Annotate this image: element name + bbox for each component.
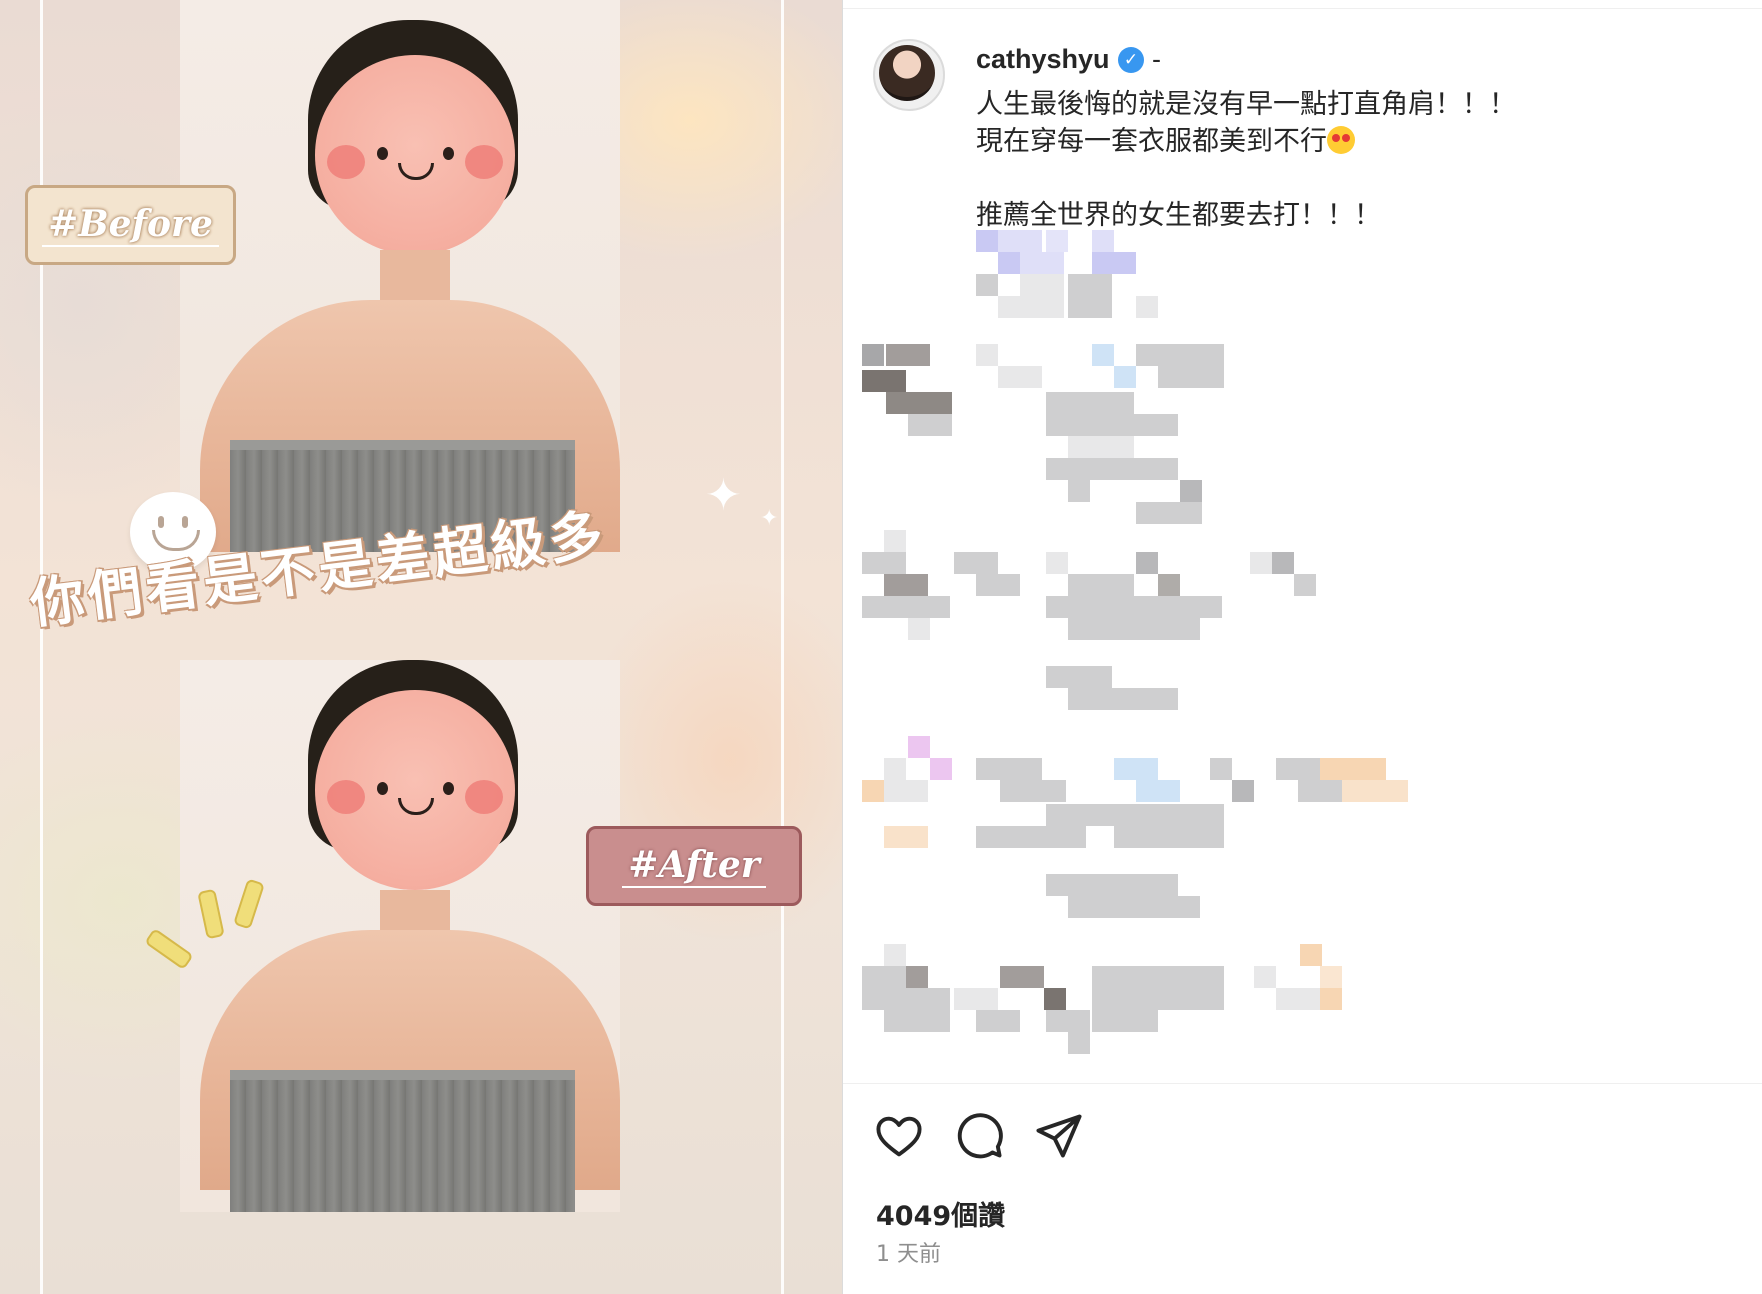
- face-sticker: [315, 55, 515, 255]
- caption-line-1: 人生最後悔的就是沒有早一點打直角肩！！！: [976, 89, 1516, 120]
- post-time[interactable]: 1 天前: [876, 1236, 941, 1268]
- username-link[interactable]: cathyshyu: [976, 44, 1110, 75]
- comment-icon[interactable]: [953, 1110, 1005, 1162]
- caption-line-2: 現在穿每一套衣服都美到不行: [976, 119, 1355, 158]
- post-image[interactable]: #Before #After 你們看是不是差超級多 ✦ ✦: [0, 0, 842, 1294]
- send-icon[interactable]: [1033, 1110, 1085, 1162]
- separator: -: [1152, 44, 1161, 74]
- before-photo: [180, 0, 620, 552]
- verified-badge-icon: ✓: [1118, 47, 1144, 73]
- caption-line-3: 推薦全世界的女生都要去打！！！: [976, 200, 1381, 231]
- divider: [843, 8, 1762, 9]
- avatar[interactable]: [873, 39, 945, 111]
- garment: [230, 1070, 575, 1212]
- face-sticker: [315, 690, 515, 890]
- divider: [842, 0, 843, 1294]
- likes-count[interactable]: 4049個讚: [876, 1194, 1005, 1233]
- sparkle-icon: ✦: [705, 471, 742, 520]
- divider: [843, 1083, 1762, 1084]
- after-photo: [180, 660, 620, 1212]
- heart-icon[interactable]: [873, 1110, 925, 1162]
- frame-line: [781, 0, 784, 1294]
- sparkle-icon: ✦: [760, 505, 779, 530]
- before-tag: #Before: [25, 185, 236, 265]
- heart-eyes-emoji-icon: [1327, 126, 1355, 154]
- after-tag: #After: [586, 826, 802, 906]
